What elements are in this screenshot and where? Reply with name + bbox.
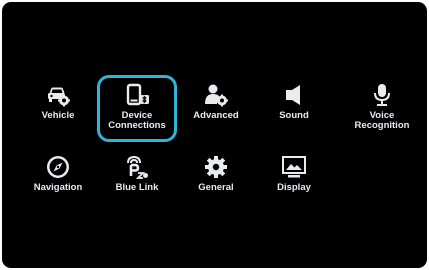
- advanced-label: Advanced: [193, 110, 239, 121]
- sound-label: Sound: [279, 110, 309, 121]
- navigation-label: Navigation: [33, 182, 83, 193]
- selection-highlight: [97, 75, 177, 142]
- gear-icon: [203, 154, 229, 180]
- vehicle-button[interactable]: Vehicle: [18, 82, 98, 121]
- voice-recognition-label: Voice Recognition: [354, 110, 410, 131]
- general-button[interactable]: General: [176, 154, 256, 193]
- display-label: Display: [277, 182, 311, 193]
- navigation-button[interactable]: Navigation: [18, 154, 98, 193]
- voice-recognition-button[interactable]: Voice Recognition: [342, 82, 422, 131]
- microphone-icon: [369, 82, 395, 108]
- person-gear-icon: [203, 82, 229, 108]
- blue-link-label: Blue Link: [115, 182, 159, 193]
- car-gear-icon: [45, 82, 71, 108]
- display-button[interactable]: Display: [254, 154, 334, 193]
- vehicle-label: Vehicle: [41, 110, 75, 121]
- sound-button[interactable]: Sound: [254, 82, 334, 121]
- blue-link-icon: [124, 154, 150, 180]
- advanced-button[interactable]: Advanced: [176, 82, 256, 121]
- display-image-icon: [281, 154, 307, 180]
- compass-icon: [45, 154, 71, 180]
- general-label: General: [198, 182, 234, 193]
- blue-link-button[interactable]: Blue Link: [97, 154, 177, 193]
- speaker-icon: [281, 82, 307, 108]
- head-unit-screen: Vehicle Device Connections Advanced Soun…: [2, 2, 427, 268]
